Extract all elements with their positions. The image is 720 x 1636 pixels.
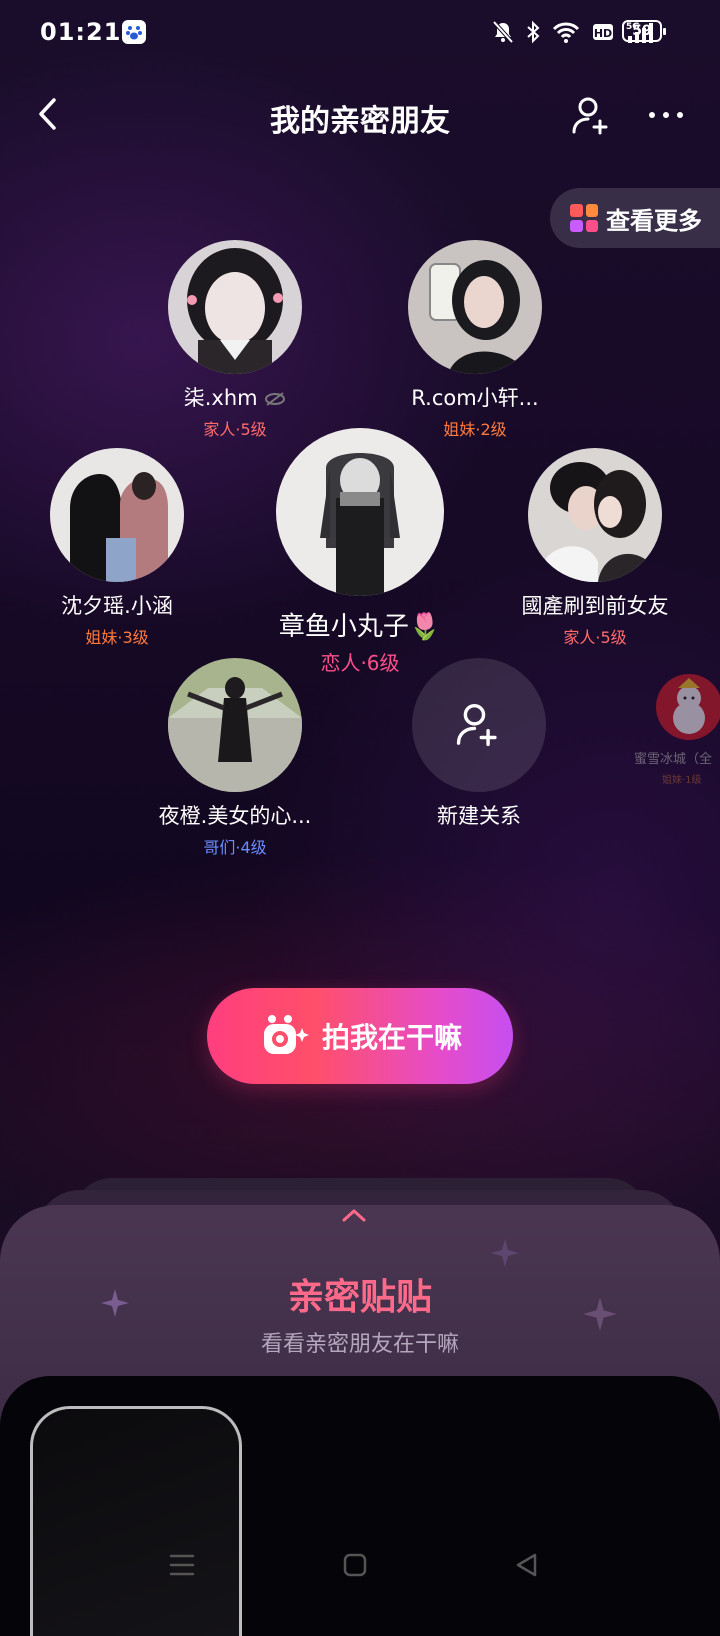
sheet-subtitle: 看看亲密朋友在干嘛 bbox=[260, 1332, 459, 1357]
more-button[interactable] bbox=[644, 100, 688, 130]
friend-item[interactable]: 章鱼小丸子🌷 恋人·6级 bbox=[236, 428, 484, 676]
add-user-icon bbox=[456, 703, 497, 747]
friend-name: R.com小轩... bbox=[411, 386, 539, 410]
friend-name: 國產刷到前女友 bbox=[521, 594, 669, 618]
add-friend-button[interactable] bbox=[570, 94, 614, 138]
status-bar: 01:21 HD 5G 59 bbox=[0, 0, 720, 64]
snap-what-am-i-doing-button[interactable]: 拍我在干嘛 bbox=[207, 988, 513, 1084]
view-more-label: 查看更多 bbox=[606, 206, 702, 235]
avatar bbox=[168, 240, 302, 374]
avatar bbox=[408, 240, 542, 374]
wifi-icon bbox=[552, 22, 580, 43]
snap-button-label: 拍我在干嘛 bbox=[321, 1021, 462, 1054]
menu-icon[interactable] bbox=[168, 1552, 196, 1578]
view-more-button[interactable]: 查看更多 bbox=[550, 188, 720, 248]
back-triangle-icon[interactable] bbox=[514, 1552, 540, 1578]
new-relation-circle bbox=[412, 658, 546, 792]
friend-item[interactable]: 沈夕瑶.小涵 姐妹·3级 bbox=[22, 448, 212, 648]
friend-level: 姐妹·3级 bbox=[85, 628, 149, 647]
friend-name: 沈夕瑶.小涵 bbox=[61, 594, 173, 618]
friend-level: 姐妹·1级 bbox=[662, 775, 702, 786]
grid-icon bbox=[570, 204, 598, 232]
add-user-icon bbox=[572, 97, 608, 135]
battery-indicator: 59 bbox=[622, 20, 666, 42]
home-icon[interactable] bbox=[342, 1552, 368, 1578]
friend-name: 柒.xhm bbox=[140, 382, 330, 412]
friend-item[interactable]: 柒.xhm 家人·5级 bbox=[140, 240, 330, 440]
sparkle-icon bbox=[491, 1239, 519, 1267]
system-nav-bar bbox=[0, 1536, 720, 1600]
friend-level: 哥们·4级 bbox=[203, 838, 267, 857]
avatar bbox=[656, 674, 720, 740]
hidden-eye-icon bbox=[265, 392, 286, 406]
baidu-app-icon bbox=[122, 20, 146, 44]
hd-icon: HD bbox=[593, 24, 613, 40]
camera-face-icon bbox=[263, 1015, 309, 1054]
friend-name: 蜜雪冰城（全 bbox=[634, 752, 713, 767]
avatar bbox=[528, 448, 662, 582]
status-time: 01:21 bbox=[40, 18, 122, 46]
friend-item[interactable]: 蜜雪冰城（全 姐妹·1级 bbox=[632, 674, 720, 786]
new-relation-button[interactable]: 新建关系 bbox=[384, 658, 574, 830]
friend-item[interactable]: R.com小轩... 姐妹·2级 bbox=[380, 240, 570, 440]
friend-item[interactable]: 夜橙.美女的心... 哥们·4级 bbox=[140, 658, 330, 858]
avatar bbox=[50, 448, 184, 582]
avatar bbox=[168, 658, 302, 792]
friend-name: 章鱼小丸子🌷 bbox=[278, 612, 442, 642]
bluetooth-icon bbox=[527, 20, 540, 44]
svg-text:HD: HD bbox=[594, 27, 612, 40]
friend-level: 家人·5级 bbox=[563, 628, 627, 647]
friend-name: 夜橙.美女的心... bbox=[158, 804, 312, 828]
avatar bbox=[276, 428, 444, 596]
new-relation-label: 新建关系 bbox=[437, 804, 521, 828]
chevron-up-icon[interactable] bbox=[340, 1206, 368, 1224]
mute-bell-icon bbox=[492, 20, 514, 44]
friend-item[interactable]: 國產刷到前女友 家人·5级 bbox=[497, 448, 693, 648]
sheet-title: 亲密贴贴 bbox=[287, 1277, 432, 1318]
camera-preview-frame[interactable] bbox=[30, 1406, 242, 1636]
more-dots-icon bbox=[649, 112, 683, 118]
